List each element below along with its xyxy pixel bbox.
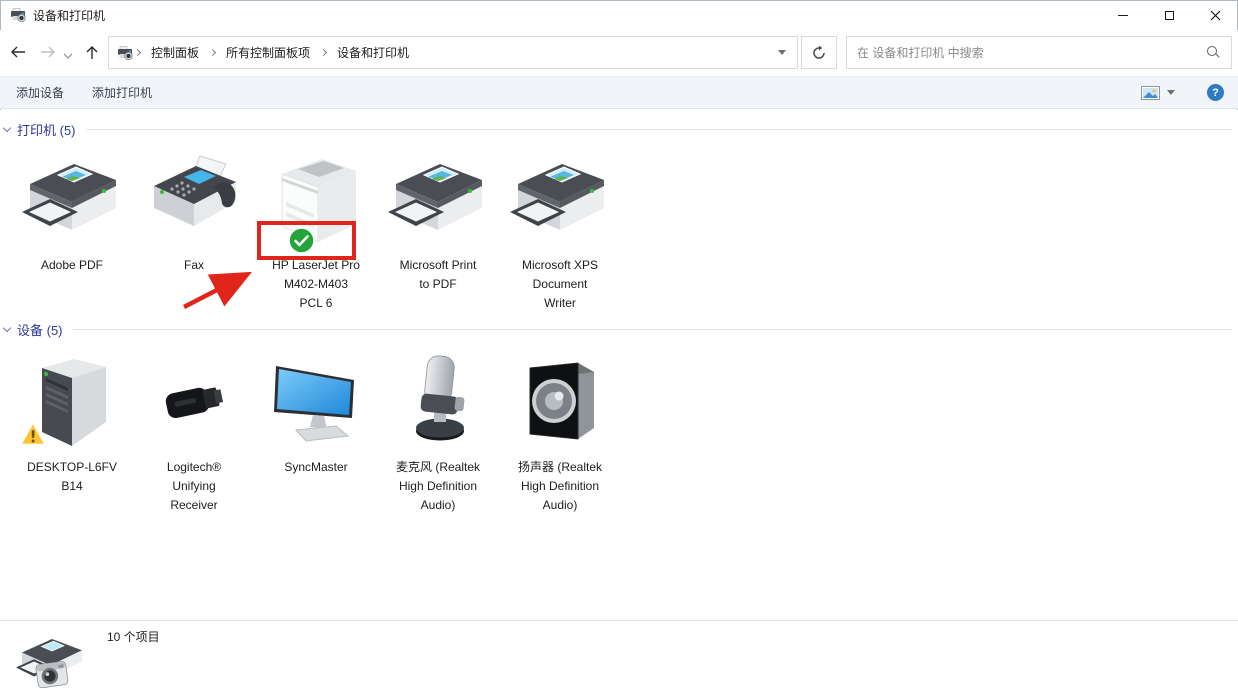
devices-row: DESKTOP-L6FV B14 Logitech® Unifying Rece…: [11, 352, 621, 515]
forward-button[interactable]: [38, 42, 58, 62]
device-label: 麦克风 (Realtek High Definition Audio): [396, 458, 480, 515]
item-count: 10 个项目: [107, 628, 160, 645]
group-title-devices: 设备 (5): [17, 320, 63, 339]
speaker-icon: [510, 352, 610, 448]
warning-icon: [20, 422, 46, 446]
chevron-right-icon[interactable]: [134, 49, 141, 56]
search-box: [846, 36, 1232, 69]
minimize-button[interactable]: [1100, 0, 1146, 30]
device-tile[interactable]: SyncMaster: [255, 352, 377, 515]
devices-and-printers-icon: [117, 45, 133, 61]
items-view: 打印机 (5) Adobe PDF Fax HP LaserJet Pro M4…: [0, 110, 1238, 620]
breadcrumb-devices-printers[interactable]: 设备和打印机: [328, 44, 418, 61]
chevron-down-icon: [778, 50, 786, 55]
titlebar: 设备和打印机: [0, 0, 1238, 30]
refresh-icon: [811, 45, 827, 61]
monitor-icon: [266, 352, 366, 448]
device-label: SyncMaster: [284, 458, 347, 477]
close-button[interactable]: [1192, 0, 1238, 30]
device-label: DESKTOP-L6FV B14: [27, 458, 117, 496]
device-tile[interactable]: 扬声器 (Realtek High Definition Audio): [499, 352, 621, 515]
collapse-chevron-icon: [3, 324, 11, 332]
microphone-icon: [388, 352, 488, 448]
breadcrumb-all-items[interactable]: 所有控制面板项: [217, 44, 319, 61]
refresh-button[interactable]: [801, 36, 837, 69]
add-printer-button[interactable]: 添加打印机: [92, 84, 152, 101]
window-title: 设备和打印机: [33, 7, 105, 24]
device-label: Microsoft Print to PDF: [400, 256, 477, 294]
group-rule: [73, 329, 1232, 330]
device-tile[interactable]: Logitech® Unifying Receiver: [133, 352, 255, 515]
annotation-red-box: [257, 221, 356, 260]
inkjet-printer-icon: [388, 150, 488, 246]
device-tile[interactable]: Microsoft XPS Document Writer: [499, 150, 621, 313]
maximize-icon: [1165, 11, 1174, 20]
recent-pages-dropdown[interactable]: [62, 46, 74, 66]
status-bar: 10 个项目: [0, 620, 1238, 695]
device-label: Adobe PDF: [41, 256, 103, 275]
help-button[interactable]: ?: [1207, 84, 1224, 101]
navigation-bar: 控制面板 所有控制面板项 设备和打印机: [0, 30, 1238, 76]
command-toolbar: 添加设备 添加打印机 ?: [0, 76, 1238, 109]
device-tile[interactable]: DESKTOP-L6FV B14: [11, 352, 133, 515]
inkjet-printer-icon: [22, 150, 122, 246]
inkjet-printer-icon: [510, 150, 610, 246]
group-header-devices[interactable]: 设备 (5): [4, 321, 1232, 338]
fax-machine-icon: [144, 150, 244, 246]
back-button[interactable]: [8, 42, 28, 62]
group-title-printers: 打印机 (5): [17, 120, 76, 139]
chevron-right-icon[interactable]: [320, 49, 327, 56]
up-button[interactable]: [82, 42, 102, 62]
address-bar[interactable]: 控制面板 所有控制面板项 设备和打印机: [108, 36, 798, 69]
add-device-button[interactable]: 添加设备: [16, 84, 64, 101]
view-thumbnails-icon: [1141, 86, 1160, 100]
devices-and-printers-large-icon: [16, 629, 88, 691]
device-label: 扬声器 (Realtek High Definition Audio): [518, 458, 602, 515]
group-header-printers[interactable]: 打印机 (5): [4, 121, 1232, 138]
maximize-button[interactable]: [1146, 0, 1192, 30]
device-label: HP LaserJet Pro M402-M403 PCL 6: [272, 256, 360, 313]
close-icon: [1210, 10, 1221, 21]
usb-receiver-icon: [144, 352, 244, 448]
device-tile[interactable]: 麦克风 (Realtek High Definition Audio): [377, 352, 499, 515]
address-dropdown-button[interactable]: [767, 37, 797, 68]
device-tile[interactable]: Microsoft Print to PDF: [377, 150, 499, 313]
group-rule: [86, 129, 1232, 130]
device-label: Microsoft XPS Document Writer: [522, 256, 598, 313]
minimize-icon: [1118, 15, 1128, 16]
breadcrumb-control-panel[interactable]: 控制面板: [142, 44, 208, 61]
change-view-button[interactable]: [1141, 86, 1175, 100]
search-input[interactable]: [847, 46, 1205, 60]
search-icon[interactable]: [1205, 45, 1221, 61]
chevron-right-icon[interactable]: [209, 49, 216, 56]
devices-and-printers-window: 设备和打印机 控制面板 所有控制: [0, 0, 1238, 695]
device-label: Logitech® Unifying Receiver: [167, 458, 221, 515]
chevron-down-icon: [1167, 90, 1175, 95]
device-tile[interactable]: Adobe PDF: [11, 150, 133, 313]
annotation-red-arrow: [170, 260, 265, 318]
app-icon: [10, 7, 26, 23]
collapse-chevron-icon: [3, 124, 11, 132]
